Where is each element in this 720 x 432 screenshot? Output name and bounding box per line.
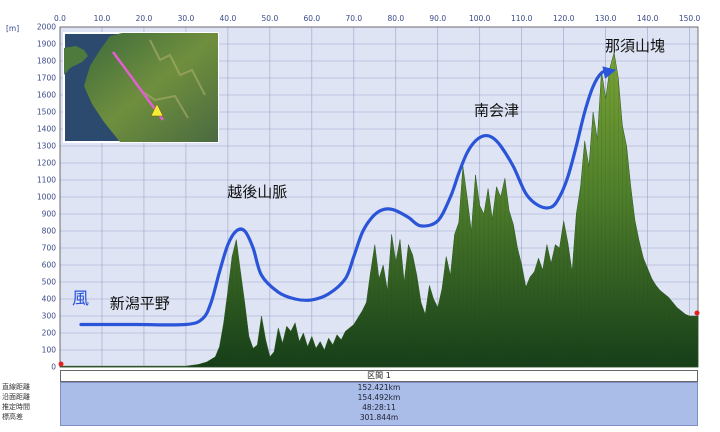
region-label: 新潟平野: [110, 294, 170, 312]
y-tick-label: 1600: [37, 91, 56, 100]
y-tick-label: 1400: [37, 125, 56, 134]
y-tick-label: 500: [42, 278, 57, 287]
info-value-straight-distance: 152.421km: [357, 383, 401, 392]
x-tick-label: 140.0: [637, 14, 659, 23]
info-label-estimated-time: 推定時間: [2, 403, 30, 411]
info-labels: 直線距離 沿面距離 推定時間 標高差: [0, 382, 58, 426]
info-label-straight-distance: 直線距離: [2, 383, 30, 391]
region-label: 越後山脈: [227, 183, 287, 201]
info-value-surface-distance: 154.492km: [357, 393, 401, 402]
x-tick-label: 50.0: [262, 14, 279, 23]
route-info-panel: 直線距離 沿面距離 推定時間 標高差 152.421km 154.492km 4…: [0, 382, 700, 426]
elevation-profile-chart: 0.0 10.0 20.0 30.0 40.0 50.0 60.0 70.0 80.0 90.0 1…: [6, 14, 701, 372]
x-tick-label: 100.0: [469, 14, 491, 23]
y-tick-label: 600: [42, 261, 57, 270]
x-tick-label: 90.0: [429, 14, 446, 23]
info-values: 152.421km 154.492km 48:28:11 301.844m: [60, 382, 698, 426]
y-tick-label: 800: [42, 227, 57, 236]
y-tick-label: 1200: [37, 159, 56, 168]
info-label-elevation-difference: 標高差: [2, 413, 23, 421]
y-tick-label: 0: [51, 363, 56, 372]
x-tick-label: 70.0: [345, 14, 362, 23]
y-tick-label: 700: [42, 244, 57, 253]
y-tick-label: 400: [42, 295, 57, 304]
y-tick-label: 1300: [37, 142, 56, 151]
region-label: 南会津: [474, 101, 519, 119]
x-axis: 0.0 10.0 20.0 30.0 40.0 50.0 60.0 70.0 80.0 90.0 1…: [54, 14, 701, 23]
info-label-surface-distance: 沿面距離: [2, 393, 30, 401]
y-tick-label: 1800: [37, 57, 56, 66]
y-tick-label: 1000: [37, 193, 56, 202]
x-tick-label: 80.0: [387, 14, 404, 23]
x-tick-label: 10.0: [94, 14, 111, 23]
info-value-estimated-time: 48:28:11: [362, 403, 396, 412]
y-tick-label: 1900: [37, 40, 56, 49]
start-marker-icon: [58, 361, 64, 367]
y-tick-label: 200: [42, 329, 57, 338]
x-tick-label: 60.0: [303, 14, 320, 23]
x-tick-label: 130.0: [595, 14, 617, 23]
x-tick-label: 20.0: [136, 14, 153, 23]
y-axis: 0 100 200 300 400 500 600 700 800 900 1000 1100 1200…: [37, 23, 56, 372]
region-label: 那須山塊: [605, 37, 665, 55]
info-value-elevation-difference: 301.844m: [359, 413, 399, 422]
x-tick-label: 30.0: [178, 14, 195, 23]
y-tick-label: 100: [42, 346, 57, 355]
x-tick-label: 110.0: [511, 14, 533, 23]
x-tick-label: 120.0: [553, 14, 575, 23]
y-tick-label: 300: [42, 312, 57, 321]
y-unit-label: [m]: [6, 24, 19, 33]
y-tick-label: 1700: [37, 74, 56, 83]
x-tick-label: 40.0: [220, 14, 237, 23]
wind-label: 風: [72, 289, 89, 309]
end-marker-icon: [694, 310, 700, 316]
x-tick-label: 150.0: [679, 14, 701, 23]
y-tick-label: 2000: [37, 23, 56, 32]
y-tick-label: 900: [42, 210, 57, 219]
inset-map: [63, 32, 219, 143]
section-label: 区間 1: [60, 370, 698, 382]
y-tick-label: 1100: [37, 176, 56, 185]
y-tick-label: 1500: [37, 108, 56, 117]
